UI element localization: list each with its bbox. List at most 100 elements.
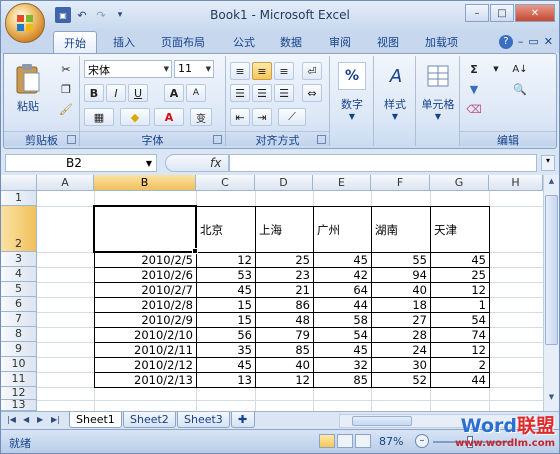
merge-center-icon[interactable]: ⇔ (302, 84, 322, 102)
value-cell[interactable]: 44 (314, 298, 370, 312)
header-cell[interactable]: 上海 (256, 222, 313, 238)
value-cell[interactable]: 35 (197, 343, 254, 357)
phonetic-button[interactable]: 变 (190, 108, 212, 126)
tab-view[interactable]: 视图 (377, 34, 399, 50)
normal-view-icon[interactable] (319, 434, 335, 448)
clipboard-launcher-icon[interactable] (67, 135, 76, 144)
value-cell[interactable]: 12 (197, 253, 254, 267)
value-cell[interactable]: 40 (256, 358, 312, 372)
value-cell[interactable]: 32 (314, 358, 370, 372)
paste-icon[interactable] (14, 62, 42, 96)
value-cell[interactable]: 55 (372, 253, 429, 267)
scroll-down-icon[interactable]: ▼ (545, 393, 558, 407)
value-cell[interactable]: 27 (372, 313, 429, 327)
value-cell[interactable]: 40 (372, 283, 429, 297)
value-cell[interactable]: 15 (197, 313, 254, 327)
fill-color-icon[interactable]: ◆ (120, 108, 150, 126)
date-cell[interactable]: 2010/2/9 (95, 313, 195, 327)
number-dropdown-icon[interactable]: ▼ (330, 112, 374, 121)
active-cell-b2[interactable] (93, 205, 197, 253)
autosum-dropdown-icon[interactable]: ▼ (486, 60, 506, 78)
font-name-select[interactable]: 宋体 ▼ (84, 60, 172, 78)
tab-review[interactable]: 审阅 (329, 34, 351, 50)
tab-data[interactable]: 数据 (280, 34, 302, 50)
date-cell[interactable]: 2010/2/5 (95, 253, 195, 267)
align-top-icon[interactable]: ≡ (230, 62, 250, 80)
sheet-tab-1[interactable]: Sheet1 (69, 412, 122, 428)
underline-button[interactable]: U (128, 84, 148, 102)
value-cell[interactable]: 45 (197, 358, 254, 372)
alignment-launcher-icon[interactable] (317, 135, 326, 144)
align-left-icon[interactable]: ☰ (230, 84, 250, 102)
scroll-up-icon[interactable]: ▲ (545, 177, 558, 191)
shrink-font-button[interactable]: A (186, 84, 206, 102)
align-bottom-icon[interactable]: ≡ (274, 62, 294, 80)
insert-function-button[interactable]: fx (165, 154, 229, 172)
clear-icon[interactable]: ⌫ (464, 100, 484, 118)
cells-label[interactable]: 单元格 (416, 96, 460, 112)
font-size-select[interactable]: 11 ▼ (174, 60, 214, 78)
wrap-text-icon[interactable]: ⏎ (302, 62, 322, 80)
zoom-out-icon[interactable]: – (415, 434, 429, 448)
tab-page-layout[interactable]: 页面布局 (161, 34, 205, 50)
prev-sheet-icon[interactable]: ◀ (23, 415, 29, 424)
value-cell[interactable]: 86 (256, 298, 312, 312)
page-break-view-icon[interactable] (355, 434, 371, 448)
value-cell[interactable]: 1 (431, 298, 488, 312)
vertical-scrollbar[interactable]: ▲ ▼ (543, 175, 559, 411)
value-cell[interactable]: 44 (431, 373, 488, 387)
decrease-indent-icon[interactable]: ⇤ (230, 108, 250, 126)
date-cell[interactable]: 2010/2/8 (95, 298, 195, 312)
font-launcher-icon[interactable] (213, 135, 222, 144)
value-cell[interactable]: 54 (314, 328, 370, 342)
header-cell[interactable]: 广州 (314, 222, 371, 238)
value-cell[interactable]: 45 (314, 253, 370, 267)
value-cell[interactable]: 24 (372, 343, 429, 357)
value-cell[interactable]: 52 (372, 373, 429, 387)
page-layout-view-icon[interactable] (337, 434, 353, 448)
styles-icon[interactable]: A (382, 62, 410, 90)
tab-home[interactable]: 开始 (53, 31, 97, 53)
value-cell[interactable]: 25 (431, 268, 488, 282)
date-cell[interactable]: 2010/2/13 (95, 373, 195, 387)
value-cell[interactable]: 30 (372, 358, 429, 372)
cells-dropdown-icon[interactable]: ▼ (416, 112, 460, 121)
header-cell[interactable]: 湖南 (372, 222, 430, 238)
value-cell[interactable]: 64 (314, 283, 370, 297)
formula-input[interactable] (229, 154, 537, 172)
date-cell[interactable]: 2010/2/6 (95, 268, 195, 282)
tab-formulas[interactable]: 公式 (233, 34, 255, 50)
value-cell[interactable]: 85 (256, 343, 312, 357)
value-cell[interactable]: 15 (197, 298, 254, 312)
value-cell[interactable]: 21 (256, 283, 312, 297)
cut-icon[interactable]: ✂ (56, 60, 76, 78)
sort-filter-button[interactable]: A↓ (510, 60, 530, 78)
orientation-icon[interactable]: ⟋ (278, 108, 306, 126)
fill-icon[interactable]: ▼ (464, 80, 484, 98)
value-cell[interactable]: 18 (372, 298, 429, 312)
ribbon-restore-icon[interactable]: ▭ (528, 35, 538, 49)
find-select-icon[interactable]: 🔍 (510, 80, 530, 98)
styles-dropdown-icon[interactable]: ▼ (374, 112, 416, 121)
italic-button[interactable]: I (106, 84, 126, 102)
value-cell[interactable]: 25 (256, 253, 312, 267)
insert-sheet-icon[interactable]: ✚ (231, 412, 255, 428)
expand-formula-bar-icon[interactable]: ▾ (541, 155, 555, 171)
sheet-tab-2[interactable]: Sheet2 (123, 412, 176, 428)
align-right-icon[interactable]: ☰ (274, 84, 294, 102)
minimize-button[interactable]: – (465, 4, 489, 22)
first-sheet-icon[interactable]: |◀ (7, 415, 16, 424)
value-cell[interactable]: 45 (314, 343, 370, 357)
align-center-icon[interactable]: ☰ (252, 84, 272, 102)
value-cell[interactable]: 48 (256, 313, 312, 327)
maximize-button[interactable]: □ (490, 4, 514, 22)
date-cell[interactable]: 2010/2/10 (95, 328, 195, 342)
name-box-dropdown-icon[interactable]: ▼ (146, 159, 152, 168)
horizontal-scroll-thumb[interactable] (352, 416, 412, 426)
value-cell[interactable]: 56 (197, 328, 254, 342)
copy-icon[interactable]: ❐ (56, 80, 76, 98)
align-middle-icon[interactable]: ≡ (252, 62, 272, 80)
number-format-button[interactable]: % (338, 62, 366, 90)
ribbon-minimize-icon[interactable]: – (518, 35, 524, 49)
format-painter-icon[interactable]: 🖌 (56, 100, 76, 118)
